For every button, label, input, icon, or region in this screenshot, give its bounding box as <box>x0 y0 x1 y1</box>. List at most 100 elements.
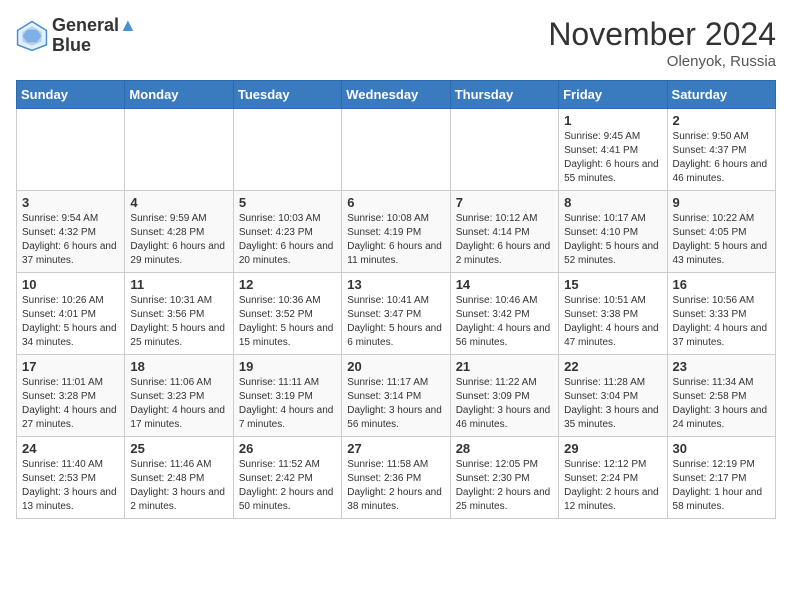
calendar-week-3: 10 Sunrise: 10:26 AM Sunset: 4:01 PM Dayl… <box>17 273 776 355</box>
day-number: 13 <box>347 277 444 292</box>
day-info: Sunrise: 10:12 AM Sunset: 4:14 PM Daylig… <box>456 212 553 268</box>
day-number: 22 <box>564 359 661 374</box>
calendar-cell: 10 Sunrise: 10:26 AM Sunset: 4:01 PM Dayl… <box>17 273 125 355</box>
day-number: 7 <box>456 195 553 210</box>
day-number: 15 <box>564 277 661 292</box>
calendar-week-1: 1 Sunrise: 9:45 AM Sunset: 4:41 PM Daylig… <box>17 109 776 191</box>
calendar-cell: 29 Sunrise: 12:12 PM Sunset: 2:24 PM Dayl… <box>559 437 667 519</box>
day-number: 14 <box>456 277 553 292</box>
calendar-cell: 7 Sunrise: 10:12 AM Sunset: 4:14 PM Dayli… <box>450 191 558 273</box>
day-info: Sunrise: 11:40 AM Sunset: 2:53 PM Daylig… <box>22 458 119 514</box>
day-info: Sunrise: 11:22 AM Sunset: 3:09 PM Daylig… <box>456 376 553 432</box>
calendar-cell: 16 Sunrise: 10:56 AM Sunset: 3:33 PM Dayl… <box>667 273 775 355</box>
day-number: 28 <box>456 441 553 456</box>
day-header-thursday: Thursday <box>450 81 558 109</box>
day-number: 23 <box>673 359 770 374</box>
logo-icon <box>16 20 48 52</box>
day-info: Sunrise: 10:17 AM Sunset: 4:10 PM Daylig… <box>564 212 661 268</box>
day-info: Sunrise: 9:50 AM Sunset: 4:37 PM Dayligh… <box>673 130 770 186</box>
day-info: Sunrise: 12:19 PM Sunset: 2:17 PM Daylig… <box>673 458 770 514</box>
day-info: Sunrise: 11:46 AM Sunset: 2:48 PM Daylig… <box>130 458 227 514</box>
day-info: Sunrise: 9:54 AM Sunset: 4:32 PM Dayligh… <box>22 212 119 268</box>
day-number: 11 <box>130 277 227 292</box>
day-number: 27 <box>347 441 444 456</box>
day-number: 19 <box>239 359 336 374</box>
title-block: November 2024 Olenyok, Russia <box>548 16 776 70</box>
calendar-cell: 17Sunrise: 11:01 AM Sunset: 3:28 PM Dayl… <box>17 355 125 437</box>
calendar-table: SundayMondayTuesdayWednesdayThursdayFrid… <box>16 80 776 519</box>
calendar-cell: 14 Sunrise: 10:46 AM Sunset: 3:42 PM Dayl… <box>450 273 558 355</box>
day-info: Sunrise: 11:17 AM Sunset: 3:14 PM Daylig… <box>347 376 444 432</box>
page-header: General▲ Blue November 2024 Olenyok, Rus… <box>16 16 776 70</box>
day-header-monday: Monday <box>125 81 233 109</box>
calendar-cell <box>342 109 450 191</box>
day-number: 16 <box>673 277 770 292</box>
day-info: Sunrise: 12:05 PM Sunset: 2:30 PM Daylig… <box>456 458 553 514</box>
day-number: 29 <box>564 441 661 456</box>
day-info: Sunrise: 11:52 AM Sunset: 2:42 PM Daylig… <box>239 458 336 514</box>
logo: General▲ Blue <box>16 16 137 56</box>
day-number: 12 <box>239 277 336 292</box>
day-number: 20 <box>347 359 444 374</box>
day-info: Sunrise: 10:56 AM Sunset: 3:33 PM Daylig… <box>673 294 770 350</box>
logo-text: General▲ Blue <box>52 16 137 56</box>
day-info: Sunrise: 10:22 AM Sunset: 4:05 PM Daylig… <box>673 212 770 268</box>
day-header-wednesday: Wednesday <box>342 81 450 109</box>
day-info: Sunrise: 10:36 AM Sunset: 3:52 PM Daylig… <box>239 294 336 350</box>
day-info: Sunrise: 11:06 AM Sunset: 3:23 PM Daylig… <box>130 376 227 432</box>
calendar-cell: 19 Sunrise: 11:11 AM Sunset: 3:19 PM Dayl… <box>233 355 341 437</box>
day-info: Sunrise: 12:12 PM Sunset: 2:24 PM Daylig… <box>564 458 661 514</box>
day-header-tuesday: Tuesday <box>233 81 341 109</box>
calendar-cell: 9 Sunrise: 10:22 AM Sunset: 4:05 PM Dayli… <box>667 191 775 273</box>
day-number: 10 <box>22 277 119 292</box>
day-info: Sunrise: 11:34 AM Sunset: 2:58 PM Daylig… <box>673 376 770 432</box>
day-number: 6 <box>347 195 444 210</box>
calendar-cell: 13 Sunrise: 10:41 AM Sunset: 3:47 PM Dayl… <box>342 273 450 355</box>
calendar-cell: 21Sunrise: 11:22 AM Sunset: 3:09 PM Dayl… <box>450 355 558 437</box>
calendar-cell: 3 Sunrise: 9:54 AM Sunset: 4:32 PM Daylig… <box>17 191 125 273</box>
day-number: 5 <box>239 195 336 210</box>
day-info: Sunrise: 11:28 AM Sunset: 3:04 PM Daylig… <box>564 376 661 432</box>
day-info: Sunrise: 10:51 AM Sunset: 3:38 PM Daylig… <box>564 294 661 350</box>
calendar-cell: 27 Sunrise: 11:58 AM Sunset: 2:36 PM Dayl… <box>342 437 450 519</box>
day-info: Sunrise: 9:45 AM Sunset: 4:41 PM Dayligh… <box>564 130 661 186</box>
calendar-cell: 2 Sunrise: 9:50 AM Sunset: 4:37 PM Daylig… <box>667 109 775 191</box>
calendar-cell <box>125 109 233 191</box>
calendar-cell: 25 Sunrise: 11:46 AM Sunset: 2:48 PM Dayl… <box>125 437 233 519</box>
calendar-cell: 4Sunrise: 9:59 AM Sunset: 4:28 PM Daylig… <box>125 191 233 273</box>
calendar-cell: 12 Sunrise: 10:36 AM Sunset: 3:52 PM Dayl… <box>233 273 341 355</box>
calendar-cell: 8Sunrise: 10:17 AM Sunset: 4:10 PM Dayli… <box>559 191 667 273</box>
day-info: Sunrise: 11:11 AM Sunset: 3:19 PM Daylig… <box>239 376 336 432</box>
day-number: 17 <box>22 359 119 374</box>
calendar-cell: 30 Sunrise: 12:19 PM Sunset: 2:17 PM Dayl… <box>667 437 775 519</box>
day-number: 2 <box>673 113 770 128</box>
day-header-friday: Friday <box>559 81 667 109</box>
day-number: 30 <box>673 441 770 456</box>
day-info: Sunrise: 10:41 AM Sunset: 3:47 PM Daylig… <box>347 294 444 350</box>
day-info: Sunrise: 10:26 AM Sunset: 4:01 PM Daylig… <box>22 294 119 350</box>
day-info: Sunrise: 10:03 AM Sunset: 4:23 PM Daylig… <box>239 212 336 268</box>
calendar-week-5: 24 Sunrise: 11:40 AM Sunset: 2:53 PM Dayl… <box>17 437 776 519</box>
calendar-cell <box>233 109 341 191</box>
day-number: 3 <box>22 195 119 210</box>
day-number: 9 <box>673 195 770 210</box>
calendar-week-4: 17Sunrise: 11:01 AM Sunset: 3:28 PM Dayl… <box>17 355 776 437</box>
calendar-cell: 20 Sunrise: 11:17 AM Sunset: 3:14 PM Dayl… <box>342 355 450 437</box>
day-info: Sunrise: 11:58 AM Sunset: 2:36 PM Daylig… <box>347 458 444 514</box>
calendar-cell: 28 Sunrise: 12:05 PM Sunset: 2:30 PM Dayl… <box>450 437 558 519</box>
day-info: Sunrise: 10:08 AM Sunset: 4:19 PM Daylig… <box>347 212 444 268</box>
calendar-cell <box>450 109 558 191</box>
location-subtitle: Olenyok, Russia <box>548 53 776 70</box>
day-header-sunday: Sunday <box>17 81 125 109</box>
day-number: 1 <box>564 113 661 128</box>
day-number: 25 <box>130 441 227 456</box>
calendar-cell: 24 Sunrise: 11:40 AM Sunset: 2:53 PM Dayl… <box>17 437 125 519</box>
day-number: 26 <box>239 441 336 456</box>
day-info: Sunrise: 10:46 AM Sunset: 3:42 PM Daylig… <box>456 294 553 350</box>
calendar-week-2: 3 Sunrise: 9:54 AM Sunset: 4:32 PM Daylig… <box>17 191 776 273</box>
day-number: 18 <box>130 359 227 374</box>
calendar-cell: 11Sunrise: 10:31 AM Sunset: 3:56 PM Dayl… <box>125 273 233 355</box>
day-number: 24 <box>22 441 119 456</box>
calendar-cell: 22 Sunrise: 11:28 AM Sunset: 3:04 PM Dayl… <box>559 355 667 437</box>
day-header-saturday: Saturday <box>667 81 775 109</box>
